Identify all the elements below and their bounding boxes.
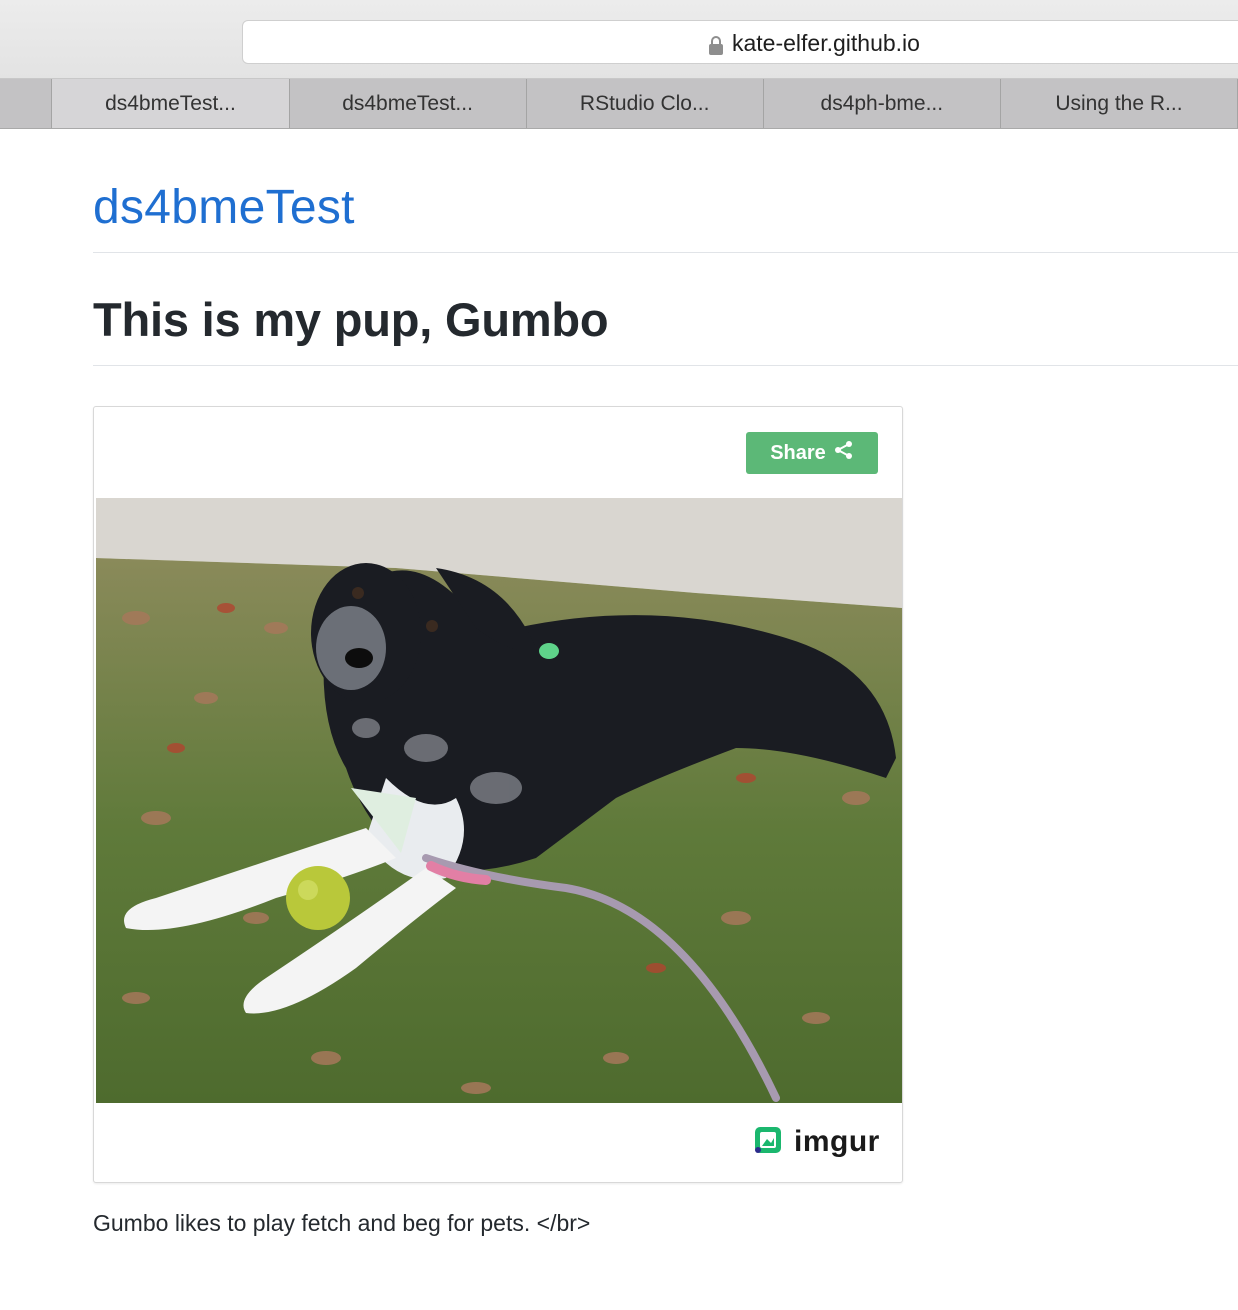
imgur-embed: Share imgur [93,406,903,1183]
imgur-wordmark: imgur [794,1125,880,1158]
photo-caption: Gumbo likes to play fetch and beg for pe… [93,1210,591,1236]
tab-ds4bmetest-1[interactable]: ds4bmeTest... [52,79,290,128]
browser-toolbar: kate-elfer.github.io [0,0,1238,79]
tab-label: ds4bmeTest... [342,91,473,115]
tab-bar-spacer [0,79,53,128]
tab-using-the-r[interactable]: Using the R... [1001,79,1238,128]
site-title-link[interactable]: ds4bmeTest [93,180,355,235]
tab-ds4ph-bme[interactable]: ds4ph-bme... [764,79,1001,128]
heading-divider [93,365,1238,366]
tab-label: Using the R... [1055,91,1183,115]
share-label: Share [770,441,826,464]
tab-rstudio-cloud[interactable]: RStudio Clo... [527,79,764,128]
tab-label: ds4bmeTest... [105,91,236,115]
dog-photo[interactable] [96,498,902,1103]
lock-icon [708,34,724,55]
tab-bar: ds4bmeTest... ds4bmeTest... RStudio Clo.… [0,79,1238,129]
tab-label: RStudio Clo... [579,91,710,115]
tab-label: ds4ph-bme... [820,91,944,115]
tab-ds4bmetest-2[interactable]: ds4bmeTest... [290,79,527,128]
page-title: This is my pup, Gumbo [93,293,609,346]
header-divider [93,252,1238,253]
share-icon [834,440,854,466]
imgur-logo-icon [754,1126,782,1159]
share-button[interactable]: Share [746,432,878,474]
address-bar[interactable]: kate-elfer.github.io [242,20,1238,64]
imgur-brand[interactable]: imgur [754,1125,880,1159]
url-text: kate-elfer.github.io [732,30,920,56]
